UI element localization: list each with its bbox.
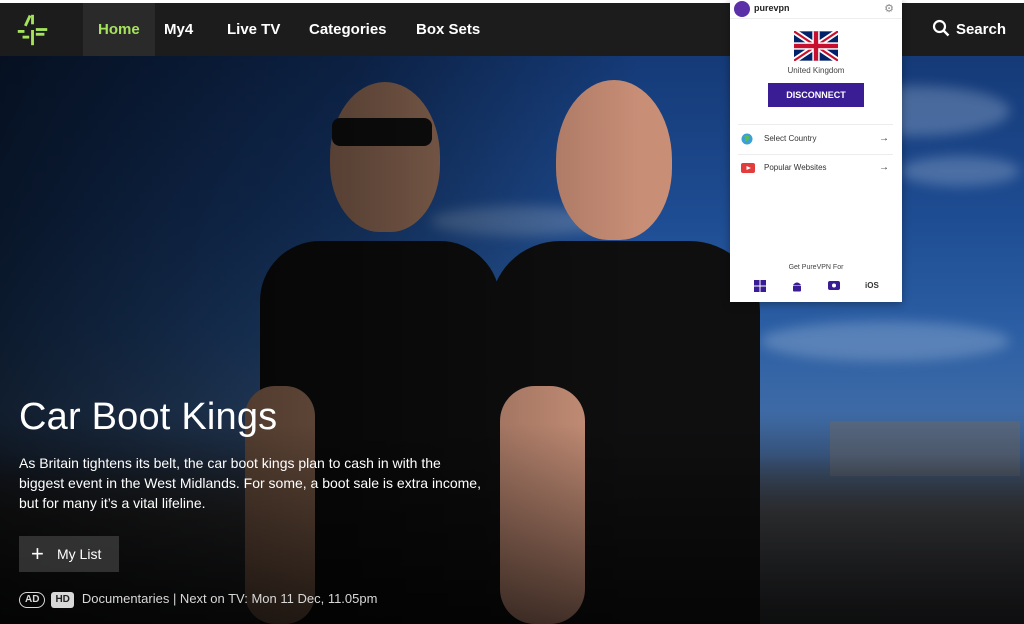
ios-link[interactable]: iOS: [865, 281, 879, 290]
cloud: [900, 156, 1020, 186]
nav-box-sets[interactable]: Box Sets: [401, 3, 495, 56]
nav-home[interactable]: Home: [83, 3, 155, 56]
search-button[interactable]: Search: [932, 3, 1006, 56]
android-icon[interactable]: [790, 279, 804, 293]
popular-websites-label: Popular Websites: [764, 163, 827, 172]
arrow-right-icon: →: [879, 133, 889, 144]
youtube-icon: [741, 163, 755, 173]
vpn-header: purevpn ⚙: [730, 0, 902, 19]
vpn-brand: purevpn: [754, 3, 790, 13]
plus-icon: +: [31, 541, 44, 566]
purevpn-logo-icon: [734, 1, 750, 17]
globe-icon: [741, 133, 753, 145]
meta-text: Documentaries | Next on TV: Mon 11 Dec, …: [81, 591, 378, 606]
windows-icon[interactable]: [753, 279, 767, 293]
show-meta: AD HD Documentaries | Next on TV: Mon 11 D…: [19, 589, 377, 609]
purevpn-popup: purevpn ⚙ United Kingdom DISCONNECT Sele…: [730, 0, 902, 302]
cloud: [760, 321, 1010, 361]
hd-badge: HD: [51, 591, 74, 608]
select-country-label: Select Country: [764, 134, 817, 143]
popular-websites-row[interactable]: Popular Websites →: [738, 154, 893, 182]
my-list-button[interactable]: + My List: [19, 536, 119, 572]
uk-flag-icon: [794, 31, 838, 61]
nav-categories[interactable]: Categories: [294, 3, 402, 56]
my-list-label: My List: [57, 546, 102, 562]
nav-my4[interactable]: My4: [149, 3, 208, 56]
channel4-logo[interactable]: [14, 11, 52, 49]
search-label: Search: [955, 21, 1006, 38]
select-country-row[interactable]: Select Country →: [738, 125, 893, 153]
arrow-right-icon: →: [879, 162, 889, 173]
show-description: As Britain tightens its belt, the car bo…: [19, 455, 481, 511]
get-purevpn-label: Get PureVPN For: [788, 264, 844, 271]
show-title: Car Boot Kings: [19, 396, 278, 438]
search-icon: [932, 19, 950, 37]
audio-description-badge: AD: [19, 591, 46, 608]
disconnect-button[interactable]: DISCONNECT: [768, 83, 864, 107]
router-icon[interactable]: [827, 279, 841, 293]
gear-icon[interactable]: ⚙: [884, 2, 894, 15]
connected-country: United Kingdom: [787, 66, 845, 75]
nav-live-tv[interactable]: Live TV: [212, 3, 295, 56]
